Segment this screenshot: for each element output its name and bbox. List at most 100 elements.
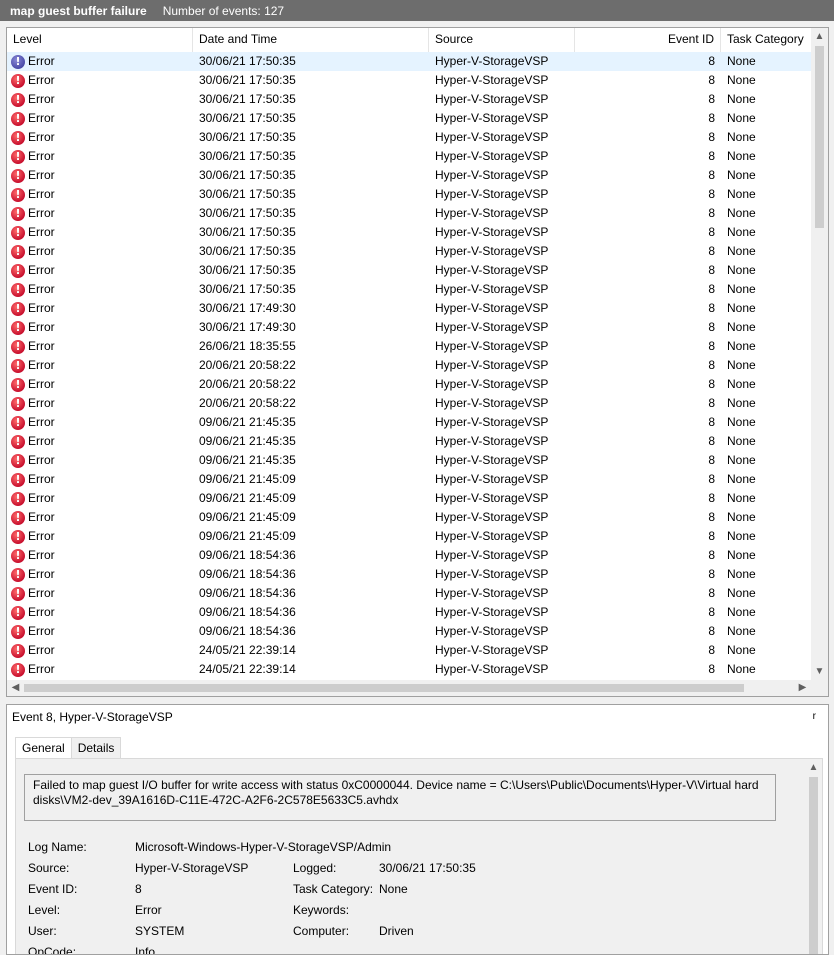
scroll-thumb[interactable] <box>815 46 824 228</box>
column-header-date[interactable]: Date and Time <box>193 28 429 52</box>
event-id-cell: 8 <box>708 225 715 239</box>
table-row[interactable]: ! Error 09/06/21 21:45:09 Hyper-V-StorageVS… <box>7 489 812 508</box>
logged-value: 30/06/21 17:50:35 <box>379 861 476 875</box>
level-cell: ! Error <box>7 261 193 280</box>
level-text: Error <box>28 643 55 657</box>
date-cell: 09/06/21 21:45:09 <box>199 472 296 486</box>
date-cell: 30/06/21 17:50:35 <box>199 225 296 239</box>
error-icon: ! <box>11 453 25 468</box>
scroll-right-icon[interactable]: ▶ <box>794 680 811 696</box>
table-row[interactable]: ! Error 30/06/21 17:50:35 Hyper-V-StorageVS… <box>7 147 812 166</box>
table-row[interactable]: ! Error 30/06/21 17:50:35 Hyper-V-StorageVS… <box>7 166 812 185</box>
title-bar: map guest buffer failure Number of event… <box>0 0 834 21</box>
source-cell: Hyper-V-StorageVSP <box>435 73 549 87</box>
table-row[interactable]: ! Error 30/06/21 17:50:35 Hyper-V-StorageVS… <box>7 185 812 204</box>
date-cell: 09/06/21 18:54:36 <box>199 548 296 562</box>
date-cell: 09/06/21 21:45:35 <box>199 415 296 429</box>
source-cell: Hyper-V-StorageVSP <box>435 130 549 144</box>
level-cell: ! Error <box>7 641 193 660</box>
scroll-down-icon[interactable]: ▼ <box>811 663 828 680</box>
table-row[interactable]: ! Error 30/06/21 17:50:35 Hyper-V-StorageVS… <box>7 223 812 242</box>
event-message[interactable]: Failed to map guest I/O buffer for write… <box>24 774 776 821</box>
column-header-source[interactable]: Source <box>429 28 575 52</box>
date-cell: 30/06/21 17:50:35 <box>199 206 296 220</box>
user-label: User: <box>28 924 57 938</box>
table-row[interactable]: ! Error 30/06/21 17:50:35 Hyper-V-StorageVS… <box>7 128 812 147</box>
table-row[interactable]: ! Error 24/05/21 22:39:14 Hyper-V-StorageVS… <box>7 641 812 660</box>
vertical-scrollbar[interactable]: ▲ ▼ <box>811 28 828 680</box>
table-row[interactable]: ! Error 30/06/21 17:50:35 Hyper-V-StorageVS… <box>7 109 812 128</box>
task-category-cell: None <box>727 453 756 467</box>
source-cell: Hyper-V-StorageVSP <box>435 149 549 163</box>
table-row[interactable]: ! Error 20/06/21 20:58:22 Hyper-V-StorageVS… <box>7 375 812 394</box>
event-id-cell: 8 <box>708 73 715 87</box>
column-header-level[interactable]: Level <box>7 28 193 52</box>
source-cell: Hyper-V-StorageVSP <box>435 111 549 125</box>
source-cell: Hyper-V-StorageVSP <box>435 187 549 201</box>
level-text: Error <box>28 358 55 372</box>
table-row[interactable]: ! Error 24/05/21 22:39:14 Hyper-V-StorageVS… <box>7 660 812 679</box>
table-row[interactable]: ! Error 09/06/21 18:54:36 Hyper-V-StorageVS… <box>7 603 812 622</box>
horizontal-scrollbar[interactable]: ◀ ▶ <box>7 680 828 696</box>
table-row[interactable]: ! Error 30/06/21 17:49:30 Hyper-V-StorageVS… <box>7 318 812 337</box>
level-cell: ! Error <box>7 204 193 223</box>
source-cell: Hyper-V-StorageVSP <box>435 358 549 372</box>
table-row[interactable]: ! Error 30/06/21 17:50:35 Hyper-V-StorageVS… <box>7 204 812 223</box>
task-category-cell: None <box>727 320 756 334</box>
source-cell: Hyper-V-StorageVSP <box>435 92 549 106</box>
table-row[interactable]: ! Error 09/06/21 18:54:36 Hyper-V-StorageVS… <box>7 565 812 584</box>
level-text: Error <box>28 263 55 277</box>
table-row[interactable]: ! Error 09/06/21 21:45:35 Hyper-V-StorageVS… <box>7 451 812 470</box>
error-icon: ! <box>11 472 25 487</box>
table-row[interactable]: ! Error 20/06/21 20:58:22 Hyper-V-StorageVS… <box>7 394 812 413</box>
date-cell: 09/06/21 21:45:35 <box>199 434 296 448</box>
details-vertical-scrollbar[interactable]: ▲ <box>805 759 822 954</box>
table-row[interactable]: ! Error 30/06/21 17:50:35 Hyper-V-StorageVS… <box>7 90 812 109</box>
table-row[interactable]: ! Error 09/06/21 18:54:36 Hyper-V-StorageVS… <box>7 546 812 565</box>
task-category-cell: None <box>727 301 756 315</box>
error-icon: ! <box>11 339 25 354</box>
table-row[interactable]: ! Error 09/06/21 21:45:35 Hyper-V-StorageVS… <box>7 413 812 432</box>
table-row[interactable]: ! Error 30/06/21 17:50:35 Hyper-V-StorageVS… <box>7 52 812 71</box>
source-cell: Hyper-V-StorageVSP <box>435 510 549 524</box>
event-id-cell: 8 <box>708 529 715 543</box>
table-row[interactable]: ! Error 30/06/21 17:49:30 Hyper-V-StorageVS… <box>7 299 812 318</box>
level-cell: ! Error <box>7 71 193 90</box>
column-header-task-category[interactable]: Task Category <box>721 28 814 52</box>
table-row[interactable]: ! Error 09/06/21 18:54:36 Hyper-V-StorageVS… <box>7 622 812 641</box>
hscroll-thumb[interactable] <box>24 684 744 692</box>
table-row[interactable]: ! Error 09/06/21 18:54:36 Hyper-V-StorageVS… <box>7 584 812 603</box>
date-cell: 26/06/21 18:35:55 <box>199 339 296 353</box>
source-cell: Hyper-V-StorageVSP <box>435 624 549 638</box>
keywords-label: Keywords: <box>293 903 350 917</box>
date-cell: 30/06/21 17:50:35 <box>199 263 296 277</box>
details-scroll-thumb[interactable] <box>809 777 818 954</box>
source-cell: Hyper-V-StorageVSP <box>435 339 549 353</box>
source-cell: Hyper-V-StorageVSP <box>435 472 549 486</box>
error-icon: ! <box>11 434 25 449</box>
date-cell: 30/06/21 17:50:35 <box>199 168 296 182</box>
tab-general[interactable]: General <box>15 737 72 760</box>
table-row[interactable]: ! Error 30/06/21 17:50:35 Hyper-V-StorageVS… <box>7 71 812 90</box>
task-category-cell: None <box>727 396 756 410</box>
column-header-event-id[interactable]: Event ID <box>575 28 721 52</box>
task-category-cell: None <box>727 586 756 600</box>
table-row[interactable]: ! Error 30/06/21 17:50:35 Hyper-V-StorageVS… <box>7 261 812 280</box>
table-row[interactable]: ! Error 30/06/21 17:50:35 Hyper-V-StorageVS… <box>7 242 812 261</box>
table-row[interactable]: ! Error 09/06/21 21:45:09 Hyper-V-StorageVS… <box>7 508 812 527</box>
table-row[interactable]: ! Error 09/06/21 21:45:09 Hyper-V-StorageVS… <box>7 470 812 489</box>
task-category-cell: None <box>727 605 756 619</box>
error-icon: ! <box>11 548 25 563</box>
task-category-cell: None <box>727 282 756 296</box>
table-row[interactable]: ! Error 09/06/21 21:45:09 Hyper-V-StorageVS… <box>7 527 812 546</box>
table-row[interactable]: ! Error 20/06/21 20:58:22 Hyper-V-StorageVS… <box>7 356 812 375</box>
level-cell: ! Error <box>7 527 193 546</box>
tab-details[interactable]: Details <box>70 737 122 759</box>
table-row[interactable]: ! Error 26/06/21 18:35:55 Hyper-V-StorageVS… <box>7 337 812 356</box>
scroll-up-icon[interactable]: ▲ <box>811 28 828 45</box>
scroll-left-icon[interactable]: ◀ <box>7 680 24 696</box>
close-icon[interactable]: r <box>813 705 816 729</box>
table-row[interactable]: ! Error 09/06/21 21:45:35 Hyper-V-StorageVS… <box>7 432 812 451</box>
details-scroll-up-icon[interactable]: ▲ <box>805 759 822 776</box>
table-row[interactable]: ! Error 30/06/21 17:50:35 Hyper-V-StorageVS… <box>7 280 812 299</box>
